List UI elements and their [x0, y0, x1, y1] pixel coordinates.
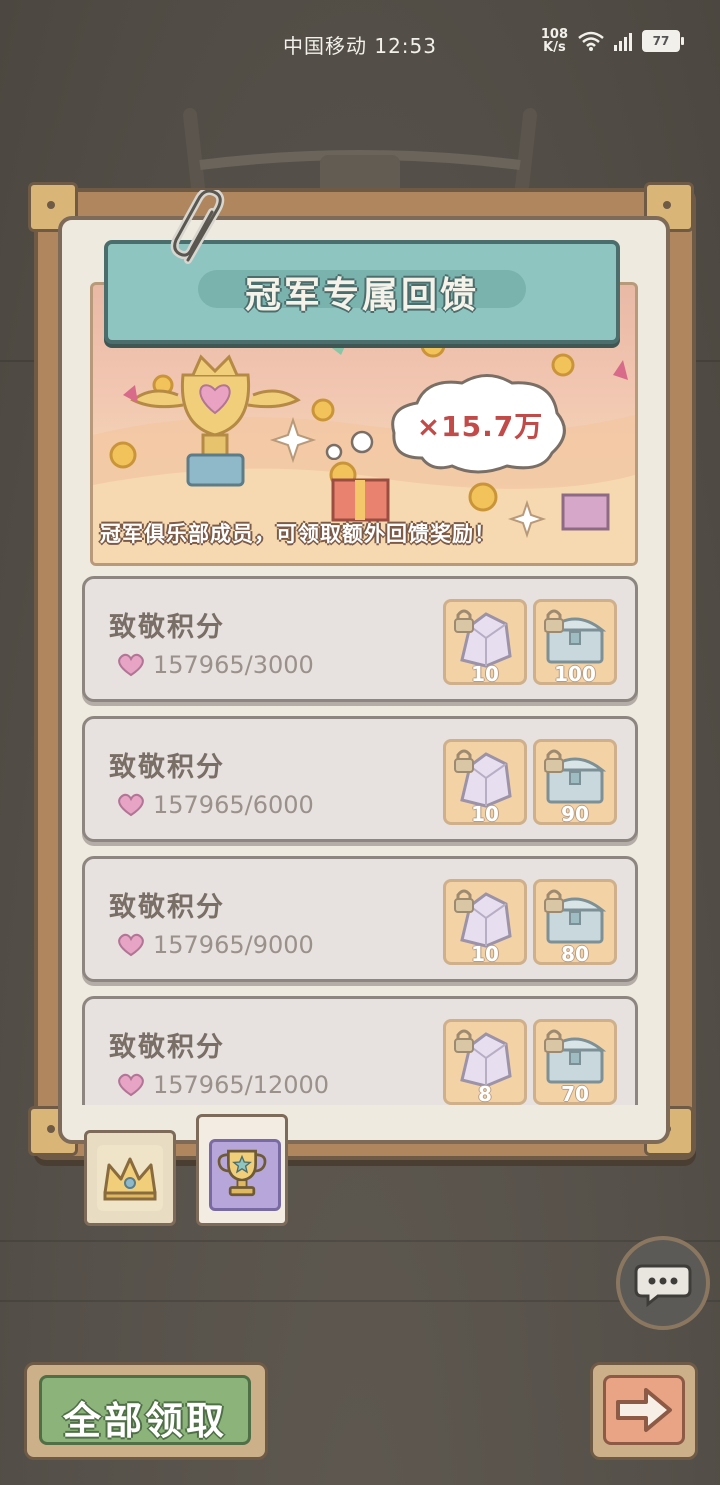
row-progress: 157965/6000 [117, 791, 314, 819]
crown-icon [103, 1157, 157, 1201]
heart-icon [118, 793, 144, 817]
reward-row[interactable]: 致敬积分 157965/12000 8 70 [82, 996, 638, 1105]
reward-count: 80 [561, 942, 589, 966]
reward-count: 10 [471, 662, 499, 686]
bonus-amount: ×15.7万 [416, 410, 544, 443]
lock-icon [544, 749, 564, 773]
progress-text: 157965/6000 [153, 791, 314, 819]
lock-icon [454, 609, 474, 633]
background-stripe [0, 1300, 720, 1302]
page-title: 冠军专属回馈 [244, 275, 479, 316]
heart-icon [118, 1073, 144, 1097]
row-progress: 157965/12000 [117, 1071, 329, 1099]
reward-chest[interactable]: 80 [533, 879, 617, 966]
reward-row[interactable]: 致敬积分 157965/6000 10 90 [82, 716, 638, 842]
reward-count: 8 [478, 1082, 492, 1105]
reward-crystal[interactable]: 10 [443, 879, 527, 966]
lock-icon [454, 749, 474, 773]
row-title: 致敬积分 [109, 752, 225, 783]
reward-crystal[interactable]: 10 [443, 739, 527, 826]
claim-all-button[interactable]: 全部领取 [24, 1362, 268, 1460]
lock-icon [454, 1029, 474, 1053]
reward-crystal[interactable]: 10 [443, 599, 527, 686]
row-progress: 157965/9000 [117, 931, 314, 959]
tab-inner [97, 1145, 163, 1211]
heart-icon [118, 933, 144, 957]
reward-count: 10 [471, 942, 499, 966]
thought-bubble-dots [325, 430, 374, 460]
reward-count: 10 [471, 802, 499, 826]
lock-icon [544, 609, 564, 633]
reward-count: 100 [554, 662, 596, 686]
reward-chest[interactable]: 70 [533, 1019, 617, 1105]
wifi-icon [578, 31, 604, 51]
trophy-icon [217, 1149, 267, 1197]
paperclip-icon [170, 190, 225, 264]
reward-chest[interactable]: 90 [533, 739, 617, 826]
background-stripe [0, 1240, 720, 1242]
tab-trophy[interactable] [196, 1114, 288, 1226]
claim-all-label: 全部领取 [62, 1399, 227, 1443]
battery-icon: 77 [642, 30, 684, 52]
signal-icon [614, 31, 632, 51]
lock-icon [454, 889, 474, 913]
lock-icon [544, 1029, 564, 1053]
reward-row[interactable]: 致敬积分 157965/9000 10 80 [82, 856, 638, 982]
reward-crystal[interactable]: 8 [443, 1019, 527, 1105]
row-title: 致敬积分 [109, 892, 225, 923]
reward-count: 70 [561, 1082, 589, 1105]
reward-chest[interactable]: 100 [533, 599, 617, 686]
row-progress: 157965/3000 [117, 651, 314, 679]
chat-bubble-icon [634, 1264, 692, 1308]
reward-count: 90 [561, 802, 589, 826]
reward-row[interactable]: 致敬积分 157965/3000 10 100 [82, 576, 638, 702]
lock-icon [544, 889, 564, 913]
claim-all-inner: 全部领取 [39, 1375, 251, 1445]
progress-text: 157965/3000 [153, 651, 314, 679]
tab-crown[interactable] [84, 1130, 176, 1226]
row-title: 致敬积分 [109, 612, 225, 643]
progress-text: 157965/9000 [153, 931, 314, 959]
status-bar: 中国移动 12:53 108 K/s 77 [0, 0, 720, 84]
arrow-right-icon [616, 1388, 672, 1432]
tab-inner [209, 1139, 281, 1211]
hero-caption: 冠军俱乐部成员，可领取额外回馈奖励！ [100, 522, 496, 546]
heart-icon [118, 653, 144, 677]
network-speed: 108 K/s [540, 27, 568, 55]
next-button[interactable] [590, 1362, 698, 1460]
chat-button[interactable] [616, 1236, 710, 1330]
progress-text: 157965/12000 [153, 1071, 330, 1099]
status-icons: 108 K/s 77 [540, 27, 684, 55]
next-button-inner [603, 1375, 685, 1445]
row-title: 致敬积分 [109, 1032, 225, 1063]
